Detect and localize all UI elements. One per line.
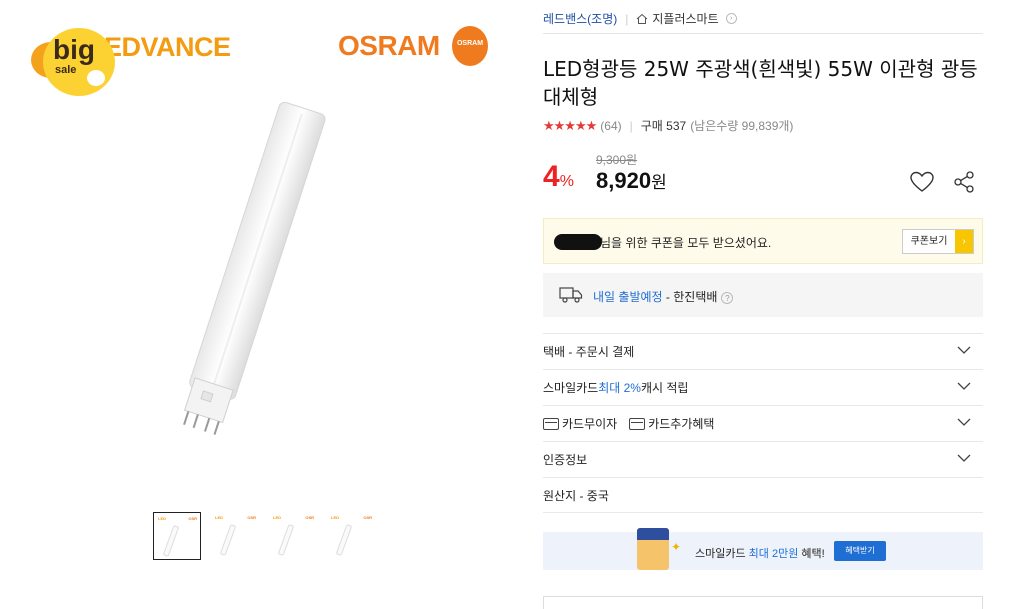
heart-icon[interactable] xyxy=(909,170,935,194)
remaining-stock: (남은수량 99,839개) xyxy=(690,119,794,133)
thumbnail-3[interactable]: LED OSR xyxy=(269,512,317,560)
product-page: EDVANCE big sale OSRAM OSRAM LED OSR LED… xyxy=(0,0,1024,609)
product-gallery: EDVANCE big sale OSRAM OSRAM LED OSR LED… xyxy=(0,0,530,609)
chevron-right-icon: › xyxy=(955,230,973,253)
home-icon xyxy=(637,13,648,24)
shipping-carrier: - 한진택배 xyxy=(662,290,718,304)
chevron-down-icon xyxy=(957,418,971,426)
discount-number: 4 xyxy=(543,160,560,193)
osram-logo-label: OSRAM xyxy=(456,40,484,47)
ledvance-logo-text: EDVANCE xyxy=(104,32,231,62)
delivery-fee-label: 택배 - 주문시 결제 xyxy=(543,345,635,359)
chevron-down-icon xyxy=(957,382,971,390)
smart-store-label: 지플러스마트 xyxy=(652,12,719,26)
credit-card-clock-icon xyxy=(629,417,646,430)
smile-card-row[interactable]: 스마일카드 최대 2% 캐시 적립 xyxy=(543,369,983,405)
smile-card-banner[interactable]: ✦ 스마일카드 최대 2만원 혜택! 혜택받기 xyxy=(543,528,983,570)
review-count[interactable]: (64) xyxy=(600,119,621,133)
help-icon[interactable]: ? xyxy=(721,292,734,304)
shipping-info: 내일 출발예정 - 한진택배? xyxy=(543,273,983,317)
osram-logo-text: OSRAM xyxy=(338,30,440,61)
shipping-schedule: 내일 출발예정 xyxy=(593,290,663,304)
chevron-down-icon xyxy=(957,346,971,354)
coupon-message: 님을 위한 쿠폰을 모두 받으셨어요. xyxy=(600,236,772,250)
breadcrumb: 레드밴스(조명) | 지플러스마트 › xyxy=(543,10,737,27)
star-rating: ★★★★★ xyxy=(543,117,597,133)
discount-rate: 4% xyxy=(543,160,574,194)
price-number: 8,920 xyxy=(596,168,652,193)
coupon-box: 님을 위한 쿠폰을 모두 받으셨어요. 쿠폰보기 › xyxy=(543,218,983,264)
price-unit: 원 xyxy=(651,173,667,192)
banner-text: 스마일카드 최대 2만원 혜택! xyxy=(695,545,825,561)
extra-card-benefit-label: 카드추가혜택 xyxy=(648,417,715,431)
osram-logo-icon: OSRAM xyxy=(452,26,488,66)
big-sale-badge: big sale xyxy=(31,20,115,98)
coupon-view-label: 쿠폰보기 xyxy=(910,236,948,247)
origin-row: 원산지 - 중국 xyxy=(543,477,983,513)
banner-post: 혜택! xyxy=(798,548,825,560)
sale-price: 8,920원 xyxy=(596,168,667,194)
thumbnail-strip: LED OSR LED OSR LED OSR LED OSR xyxy=(153,512,375,560)
sparkle-icon: ✦ xyxy=(671,540,682,554)
credit-card-icon xyxy=(543,417,559,430)
benefit-list: 택배 - 주문시 결제 스마일카드 최대 2% 캐시 적립 카드무이자 카드추가… xyxy=(543,333,983,513)
purchase-count: 구매 537 xyxy=(640,119,687,133)
redacted-username xyxy=(554,234,602,250)
rabbit-mascot-icon xyxy=(87,70,105,86)
origin-label: 원산지 - 중국 xyxy=(543,488,609,503)
banner-amount: 최대 2만원 xyxy=(748,548,799,560)
coupon-view-button[interactable]: 쿠폰보기 › xyxy=(902,229,974,254)
smart-store-link[interactable]: 지플러스마트 › xyxy=(636,10,737,27)
certification-row[interactable]: 인증정보 xyxy=(543,441,983,477)
delivery-fee-row[interactable]: 택배 - 주문시 결제 xyxy=(543,333,983,369)
smile-card-image xyxy=(637,528,669,570)
big-sale-sale: sale xyxy=(55,64,77,76)
truck-icon xyxy=(559,287,583,303)
rating-row: ★★★★★ (64) | 구매 537 (남은수량 99,839개) xyxy=(543,117,794,134)
shipping-text: 내일 출발예정 - 한진택배? xyxy=(593,288,734,305)
certification-label: 인증정보 xyxy=(543,453,588,467)
smile-card-pre: 스마일카드 xyxy=(543,381,599,395)
product-title: LED형광등 25W 주광색(흰색빛) 55W 이관형 광등 대체형 xyxy=(543,57,978,109)
option-select-box[interactable] xyxy=(543,596,983,609)
card-benefit-row[interactable]: 카드무이자 카드추가혜택 xyxy=(543,405,983,441)
chevron-down-icon xyxy=(957,454,971,462)
interest-free-label: 카드무이자 xyxy=(562,417,618,431)
product-main-image[interactable] xyxy=(150,100,350,460)
thumbnail-4[interactable]: LED OSR xyxy=(327,512,375,560)
share-icon[interactable] xyxy=(952,170,976,194)
chevron-right-icon: › xyxy=(725,13,737,24)
smile-card-post: 캐시 적립 xyxy=(640,381,689,395)
thumbnail-2[interactable]: LED OSR xyxy=(211,512,259,560)
original-price: 9,300원 xyxy=(596,153,638,167)
big-sale-big: big xyxy=(53,34,95,65)
smile-card-rate: 최대 2% xyxy=(598,381,641,395)
banner-pre: 스마일카드 xyxy=(695,548,749,560)
discount-unit: % xyxy=(559,173,574,190)
get-benefit-button[interactable]: 혜택받기 xyxy=(834,541,886,561)
thumbnail-1[interactable]: LED OSR xyxy=(153,512,201,560)
store-link[interactable]: 레드밴스(조명) xyxy=(543,10,617,27)
